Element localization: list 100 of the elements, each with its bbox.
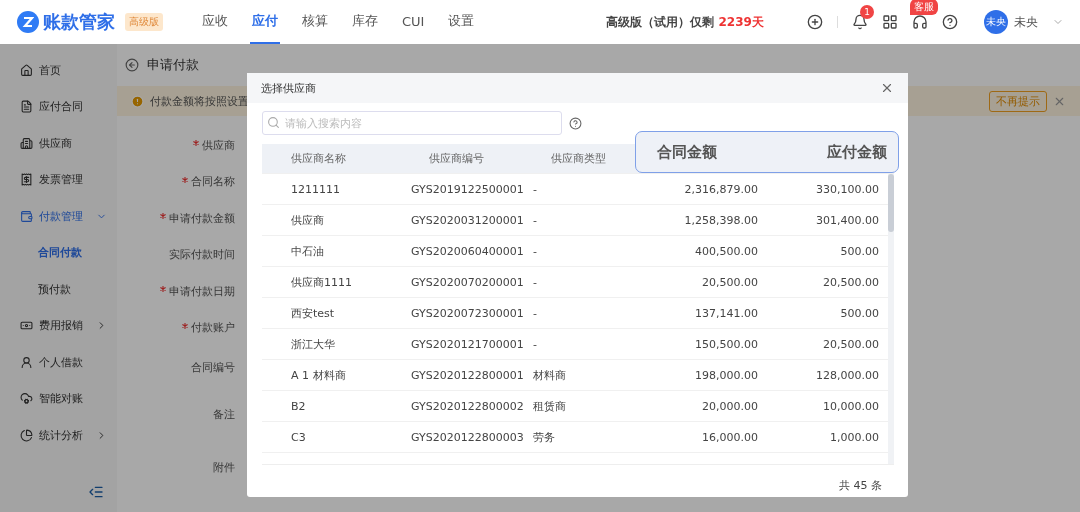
home-icon [20, 63, 33, 77]
help-icon[interactable] [942, 14, 958, 30]
column-header: 供应商名称 [290, 151, 347, 166]
table-cell-text: 供应商 [290, 212, 325, 228]
add-icon[interactable] [807, 14, 823, 30]
back-icon[interactable] [125, 58, 139, 72]
table-cell-text: 20,500.00 [822, 337, 880, 351]
sidebar-subitem[interactable]: 预付款 [0, 271, 117, 308]
collapse-menu-icon[interactable] [88, 484, 104, 500]
pie-chart-icon [20, 428, 33, 442]
form-label: 申请付款日期 [169, 283, 235, 299]
nav-tab[interactable]: 设置 [446, 0, 477, 44]
sidebar-item[interactable]: 发票管理 [0, 161, 117, 198]
sidebar-item[interactable]: 个人借款 [0, 344, 117, 381]
sidebar-item[interactable]: 统计分析 [0, 417, 117, 454]
table-cell-text: - [532, 306, 538, 320]
table-cell-text: B2 [290, 399, 307, 413]
table-cell-text: 150,500.00 [694, 337, 759, 351]
service-badge: 客服 [910, 0, 938, 15]
nav-tab[interactable]: 库存 [350, 0, 380, 44]
table-cell-text: GYS2019122500001 [410, 182, 522, 196]
table-cell-text: - [532, 213, 538, 227]
form-label: 备注 [213, 407, 235, 422]
apps-icon[interactable] [882, 14, 898, 30]
table-cell-text: GYS2020122800003 [410, 430, 522, 444]
form-label: 附件 [213, 460, 235, 475]
headset-icon[interactable] [912, 14, 928, 30]
user-name[interactable]: 未央 [1014, 13, 1038, 31]
bell-icon[interactable] [852, 14, 868, 30]
nav-tab[interactable]: CUI [400, 0, 427, 44]
search-field[interactable]: 请输入搜索内容 [262, 111, 562, 135]
table-cell-text: 供应商1111 [290, 274, 353, 290]
scrollbar-thumb[interactable] [888, 174, 894, 232]
column-header: 应付金额 [827, 142, 887, 162]
building-icon [20, 136, 33, 150]
column-header: 供应商编号 [428, 151, 485, 166]
sidebar-item[interactable]: 供应商 [0, 125, 117, 162]
help-icon[interactable] [569, 116, 582, 130]
required-asterisk-icon [193, 140, 199, 147]
table-cell-text: 128,000.00 [815, 368, 880, 382]
sidebar-item[interactable]: 应付合同 [0, 88, 117, 125]
user-icon [20, 355, 33, 369]
table-cell-text: 10,000.00 [822, 399, 880, 413]
required-asterisk-icon [182, 176, 188, 183]
invoice-icon [20, 173, 33, 187]
plan-badge: 高级版 [125, 13, 163, 31]
sidebar-item[interactable]: 费用报销 [0, 307, 117, 344]
sidebar-item[interactable]: 智能对账 [0, 380, 117, 417]
table-cell-text: - [532, 337, 538, 351]
required-asterisk-icon [160, 286, 166, 293]
table-cell-text: 1,258,398.00 [683, 213, 759, 227]
required-asterisk-icon [182, 322, 188, 329]
table-cell-text: - [532, 244, 538, 258]
user-avatar[interactable]: 未央 [984, 10, 1008, 34]
table-cell-text: 20,500.00 [701, 275, 759, 289]
logo-icon [17, 11, 39, 33]
table-cell-text: GYS2020072300001 [410, 306, 522, 320]
table-cell-text: 137,141.00 [694, 306, 759, 320]
table-cell-text: A 1 材料商 [290, 367, 347, 383]
table-cell-text: GYS2020121700001 [410, 337, 522, 351]
table-cell-text: GYS2020070200001 [410, 275, 522, 289]
table-cell-text: 20,000.00 [701, 399, 759, 413]
nav-tab[interactable]: 应收 [200, 0, 230, 44]
app-name: 账款管家 [43, 10, 115, 34]
sidebar-item[interactable]: 付款管理 [0, 198, 117, 235]
table-cell-text: 1211111 [290, 182, 341, 196]
table-cell-text: GYS2020122800002 [410, 399, 522, 413]
column-header: 合同金额 [657, 142, 717, 162]
nav-tab[interactable]: 应付 [250, 0, 280, 44]
table-cell-text: 16,000.00 [701, 430, 759, 444]
table-cell-text: 1,000.00 [829, 430, 880, 444]
table-cell-text: 中石油 [290, 243, 325, 259]
warning-icon [131, 94, 144, 108]
close-button[interactable] [880, 81, 894, 95]
cloud-icon [20, 392, 33, 406]
sidebar-subitem[interactable]: 合同付款 [0, 234, 117, 271]
dialog-title: 选择供应商 [261, 80, 316, 96]
wallet-icon [20, 209, 33, 223]
table-cell-text: GYS2020122800001 [410, 368, 522, 382]
form-label: 合同名称 [191, 174, 235, 190]
table-cell-text: 材料商 [532, 367, 567, 383]
table-cell-text: GYS2020060400001 [410, 244, 522, 258]
table-cell-text: 400,500.00 [694, 244, 759, 258]
form-label: 申请付款金额 [169, 210, 235, 226]
table-cell-text: 劳务 [532, 429, 556, 445]
table-cell-text: 20,500.00 [822, 275, 880, 289]
form-label: 付款账户 [191, 320, 235, 336]
table-cell-text: C3 [290, 430, 307, 444]
table-cell-text: 500.00 [839, 306, 880, 320]
table-cell-text: 浙江大华 [290, 336, 336, 352]
table-cell-text: GYS2020031200001 [410, 213, 522, 227]
table-cell-text: 330,100.00 [815, 182, 880, 196]
column-header: 供应商类型 [550, 151, 607, 166]
table-cell-text: 租赁商 [532, 398, 567, 414]
table-cell-text: 2,316,879.00 [683, 182, 759, 196]
trial-notice: 高级版（试用）仅剩 2239天 [606, 13, 764, 31]
notification-count: 1 [860, 5, 874, 19]
sidebar-item[interactable]: 首页 [0, 52, 117, 89]
search-icon [267, 116, 280, 129]
nav-tab[interactable]: 核算 [300, 0, 330, 44]
